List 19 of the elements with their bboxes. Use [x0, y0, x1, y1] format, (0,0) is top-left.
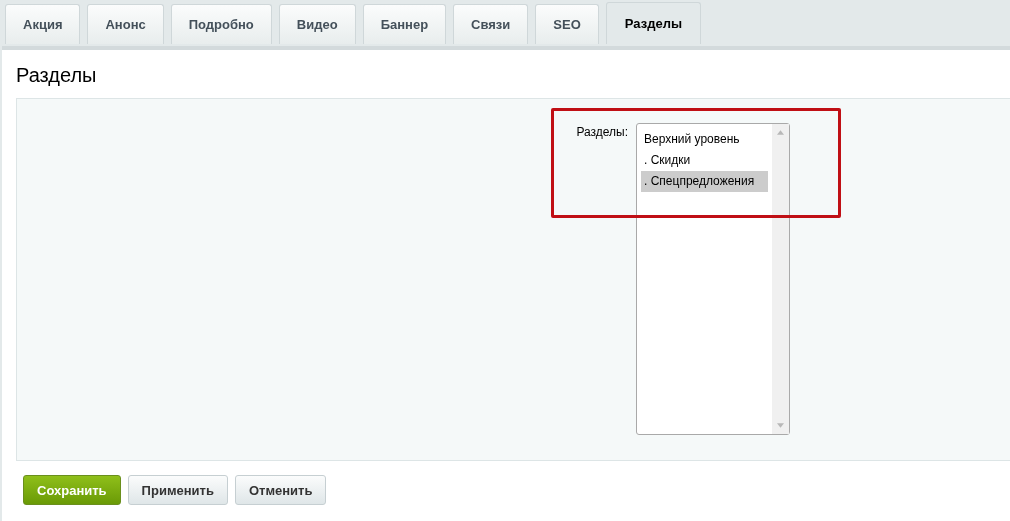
section-title: Разделы	[15, 63, 98, 88]
section-listbox[interactable]: Верхний уровень . Скидки . Спецпредложения	[636, 123, 790, 435]
scroll-down-icon[interactable]	[777, 423, 784, 428]
scroll-up-icon[interactable]	[777, 130, 784, 135]
tab[interactable]: SEO	[535, 4, 599, 44]
tab[interactable]: Разделы	[605, 2, 701, 44]
list-option[interactable]: . Скидки	[641, 150, 768, 171]
tab[interactable]: Связи	[453, 4, 529, 44]
action-button[interactable]: Применить	[127, 475, 228, 505]
tab[interactable]: Подробно	[170, 4, 272, 44]
tab[interactable]: Анонс	[87, 4, 164, 44]
tab[interactable]: Баннер	[362, 4, 447, 44]
list-option[interactable]: Верхний уровень	[641, 129, 768, 150]
tab[interactable]: Видео	[278, 4, 356, 44]
list-option[interactable]: . Спецпредложения	[641, 171, 768, 192]
action-button[interactable]: Отменить	[234, 475, 327, 505]
scrollbar[interactable]	[772, 124, 789, 434]
field-label: Разделы:	[575, 124, 628, 141]
tab[interactable]: Акция	[5, 4, 81, 44]
